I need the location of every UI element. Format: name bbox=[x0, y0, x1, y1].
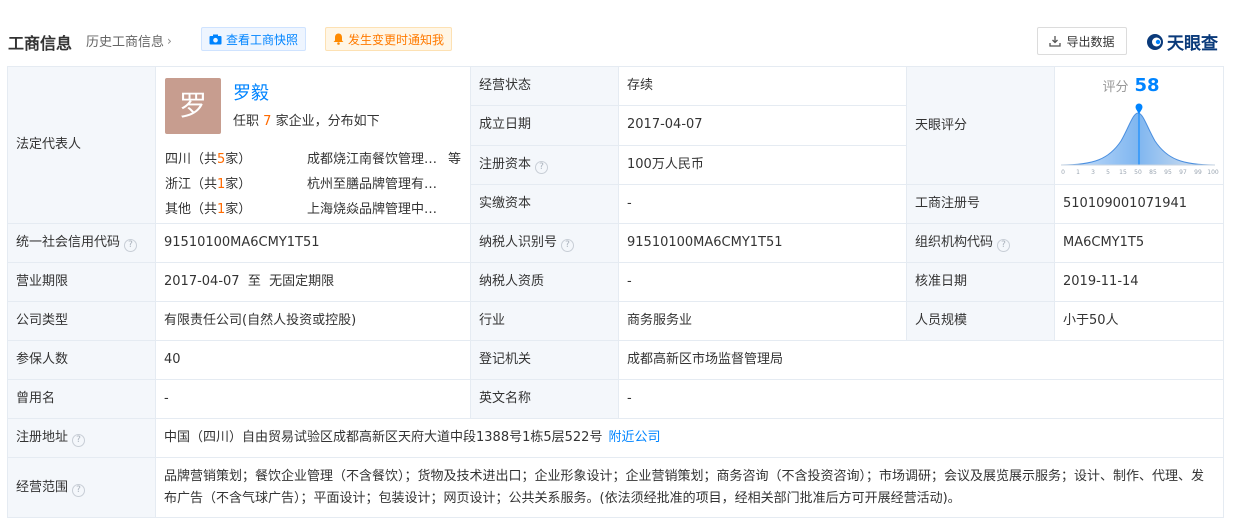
section-title: 工商信息 bbox=[8, 34, 73, 53]
status-value: 存续 bbox=[618, 65, 907, 107]
former-name-value: - bbox=[155, 379, 471, 419]
region-item: 四川（共5家） 成都烧江南餐饮管理… 等 bbox=[165, 151, 461, 169]
english-name-label: 英文名称 bbox=[470, 379, 619, 419]
score-label: 天眼评分 bbox=[906, 66, 1055, 185]
paid-capital-value: - bbox=[618, 184, 907, 224]
region-company-link[interactable]: 成都烧江南餐饮管理… bbox=[297, 151, 437, 169]
industry-label: 行业 bbox=[470, 301, 619, 341]
founded-value: 2017-04-07 bbox=[618, 105, 907, 146]
legal-rep-cell: 罗 罗毅 任职 7 家企业，分布如下 四川（共5家） 成都烧江南餐饮管理… 等 … bbox=[155, 66, 471, 224]
reg-number-value: 510109001071941 bbox=[1054, 184, 1224, 224]
export-label: 导出数据 bbox=[1066, 34, 1115, 49]
authority-value: 成都高新区市场监督管理局 bbox=[618, 340, 1224, 380]
insured-value: 40 bbox=[155, 340, 471, 380]
tax-id-value: 91510100MA6CMY1T51 bbox=[618, 223, 907, 263]
company-type-value: 有限责任公司(自然人投资或控股) bbox=[155, 301, 471, 341]
tax-qualification-value: - bbox=[618, 262, 907, 302]
eye-logo-icon bbox=[1147, 33, 1163, 50]
score-tick-label: 50 bbox=[1134, 169, 1142, 176]
history-label: 历史工商信息 bbox=[86, 35, 165, 50]
business-info-table: 法定代表人 罗 罗毅 任职 7 家企业，分布如下 四川（共5家） 成都烧江南餐饮… bbox=[7, 65, 1224, 518]
history-link[interactable]: 历史工商信息 › bbox=[86, 31, 172, 51]
industry-value: 商务服务业 bbox=[618, 301, 907, 341]
score-tick-label: 0 bbox=[1061, 169, 1065, 176]
chevron-right-icon: › bbox=[167, 33, 172, 48]
help-icon[interactable]: ? bbox=[535, 160, 549, 174]
score-tick-label: 100 bbox=[1207, 169, 1219, 176]
score-tick-label: 97 bbox=[1179, 169, 1187, 176]
org-code-label: 组织机构代码? bbox=[906, 223, 1055, 263]
snapshot-button[interactable]: 查看工商快照 bbox=[201, 27, 307, 51]
download-icon bbox=[1049, 36, 1062, 47]
capital-label: 注册资本? bbox=[470, 144, 619, 186]
term-value: 2017-04-07 至 无固定期限 bbox=[155, 262, 471, 302]
score-cell: 评分 58 0 1 3 5 15 50 85 95 97 99 100 bbox=[1054, 66, 1224, 185]
legal-rep-label: 法定代表人 bbox=[7, 66, 156, 224]
paid-capital-label: 实缴资本 bbox=[470, 184, 619, 224]
legal-rep-name[interactable]: 罗毅 bbox=[233, 85, 269, 103]
authority-label: 登记机关 bbox=[470, 340, 619, 380]
staff-size-label: 人员规模 bbox=[906, 301, 1055, 341]
legal-rep-summary: 任职 7 家企业，分布如下 bbox=[233, 114, 380, 129]
insured-label: 参保人数 bbox=[7, 340, 156, 380]
score-tick-label: 5 bbox=[1106, 169, 1110, 176]
help-icon[interactable]: ? bbox=[997, 239, 1011, 252]
staff-size-value: 小于50人 bbox=[1054, 301, 1224, 341]
status-label: 经营状态 bbox=[470, 65, 619, 107]
approve-date-value: 2019-11-14 bbox=[1054, 262, 1224, 302]
address-value: 中国（四川）自由贸易试验区成都高新区天府大道中段1388号1栋5层522号 附近公… bbox=[155, 418, 1224, 458]
tax-qualification-label: 纳税人资质 bbox=[470, 262, 619, 302]
score-value: 58 bbox=[1134, 75, 1160, 96]
score-tick-label: 1 bbox=[1076, 169, 1080, 176]
region-list: 四川（共5家） 成都烧江南餐饮管理… 等 浙江（共1家） 杭州至膳品牌管理有… … bbox=[165, 147, 465, 222]
region-item: 其他（共1家） 上海烧焱品牌管理中… bbox=[165, 201, 437, 219]
score-header: 评分 58 bbox=[1102, 75, 1160, 96]
help-icon[interactable]: ? bbox=[561, 239, 575, 252]
logo-text: 天眼查 bbox=[1167, 34, 1218, 54]
credit-code-value: 91510100MA6CMY1T51 bbox=[155, 223, 471, 263]
help-icon[interactable]: ? bbox=[124, 239, 138, 252]
score-tick-label: 99 bbox=[1194, 169, 1202, 176]
snapshot-label: 查看工商快照 bbox=[226, 32, 299, 47]
founded-label: 成立日期 bbox=[470, 105, 619, 146]
company-type-label: 公司类型 bbox=[7, 301, 156, 341]
export-button[interactable]: 导出数据 bbox=[1037, 27, 1127, 55]
approve-date-label: 核准日期 bbox=[906, 262, 1055, 302]
score-tick-label: 3 bbox=[1091, 169, 1095, 176]
term-label: 营业期限 bbox=[7, 262, 156, 302]
scope-value: 品牌营销策划；餐饮企业管理（不含餐饮）；货物及技术进出口；企业形象设计；企业营销… bbox=[155, 457, 1224, 518]
notify-label: 发生变更时通知我 bbox=[348, 32, 445, 47]
tianyancha-logo: 天眼查 bbox=[1146, 29, 1218, 54]
region-company-link[interactable]: 上海烧焱品牌管理中… bbox=[297, 201, 437, 219]
avatar[interactable]: 罗 bbox=[165, 78, 221, 134]
camera-icon bbox=[209, 34, 222, 44]
region-company-link[interactable]: 杭州至膳品牌管理有… bbox=[297, 176, 437, 194]
org-code-value: MA6CMY1T5 bbox=[1054, 223, 1224, 263]
score-distribution-chart: 0 1 3 5 15 50 85 95 97 99 100 bbox=[1060, 103, 1219, 176]
section-header: 工商信息 历史工商信息 › 查看工商快照 发生变更时通知我 导出数据 天眼查 bbox=[0, 0, 1234, 60]
reg-number-label: 工商注册号 bbox=[906, 184, 1055, 224]
region-item: 浙江（共1家） 杭州至膳品牌管理有… bbox=[165, 176, 437, 194]
score-tick-label: 95 bbox=[1164, 169, 1172, 176]
scope-label: 经营范围? bbox=[7, 457, 156, 518]
english-name-value: - bbox=[618, 379, 1224, 419]
nearby-companies-link[interactable]: 附近公司 bbox=[608, 430, 660, 445]
former-name-label: 曾用名 bbox=[7, 379, 156, 419]
score-tick-label: 15 bbox=[1119, 169, 1127, 176]
credit-code-label: 统一社会信用代码? bbox=[7, 223, 156, 263]
tax-id-label: 纳税人识别号? bbox=[470, 223, 619, 263]
bell-icon bbox=[333, 33, 344, 45]
score-tick-label: 85 bbox=[1149, 169, 1157, 176]
help-icon[interactable]: ? bbox=[72, 483, 86, 497]
help-icon[interactable]: ? bbox=[72, 434, 86, 447]
notify-button[interactable]: 发生变更时通知我 bbox=[325, 27, 453, 51]
capital-value: 100万人民币 bbox=[618, 144, 907, 186]
address-label: 注册地址? bbox=[7, 418, 156, 458]
region-more-link[interactable]: 等 bbox=[437, 151, 461, 169]
